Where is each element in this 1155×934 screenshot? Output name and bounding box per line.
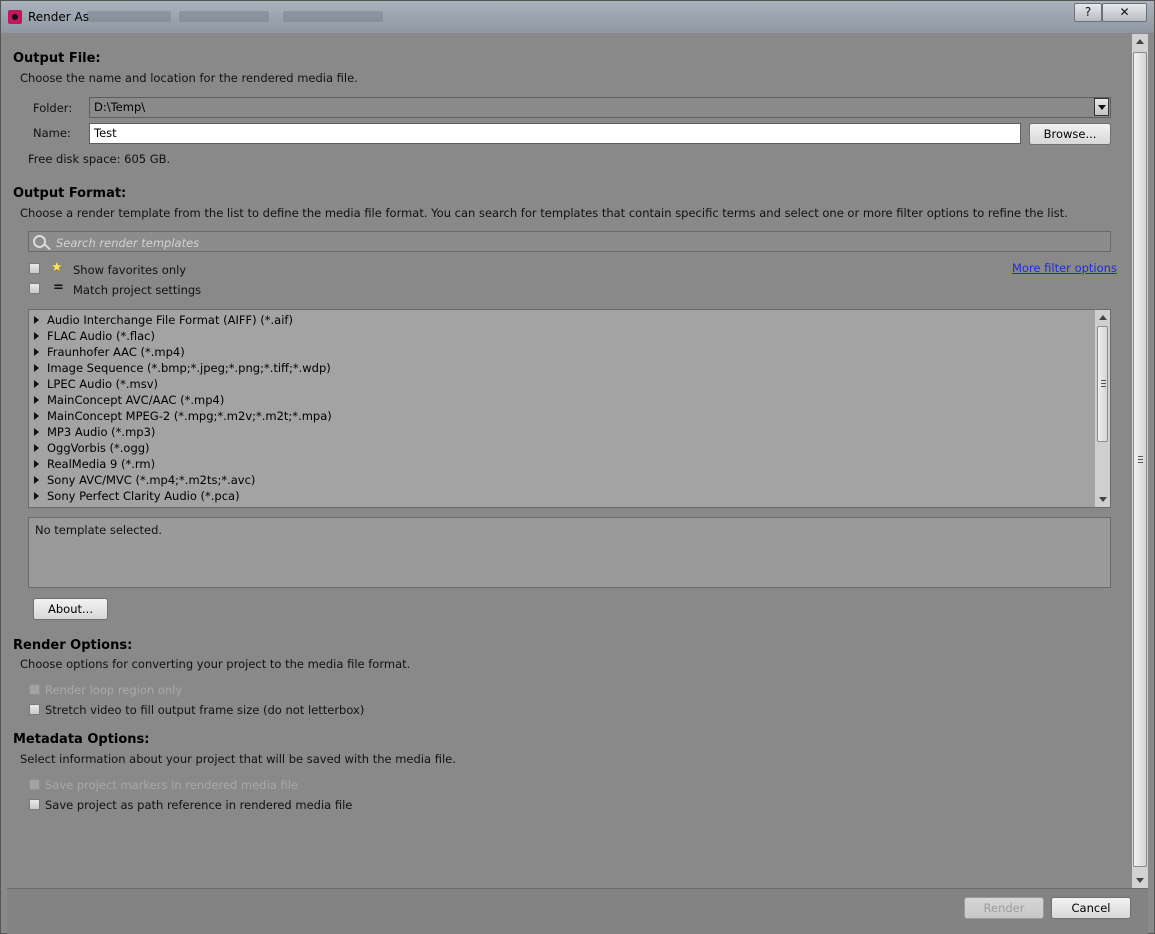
template-item[interactable]: Sony Perfect Clarity Audio (*.pca)	[34, 488, 240, 504]
folder-dropdown[interactable]: D:\Temp\	[89, 97, 1111, 118]
grip-line	[1138, 462, 1143, 463]
background-toolbar	[179, 11, 269, 22]
expand-arrow-icon	[34, 316, 39, 324]
name-label: Name:	[33, 126, 71, 140]
metadata-options-description: Select information about your project th…	[20, 752, 456, 766]
dialog-content: Output File: Choose the name and locatio…	[7, 34, 1131, 888]
template-item[interactable]: MainConcept AVC/AAC (*.mp4)	[34, 392, 224, 408]
search-input[interactable]	[54, 233, 1098, 252]
search-icon	[33, 235, 46, 248]
help-button[interactable]: ?	[1074, 3, 1102, 22]
stretch-video-checkbox[interactable]	[29, 704, 40, 715]
show-favorites-label: Show favorites only	[73, 263, 187, 277]
template-item[interactable]: Audio Interchange File Format (AIFF) (*.…	[34, 312, 293, 328]
template-item[interactable]: LPEC Audio (*.msv)	[34, 376, 158, 392]
grip-line	[1101, 380, 1106, 381]
expand-arrow-icon	[34, 364, 39, 372]
cancel-button[interactable]: Cancel	[1051, 897, 1131, 919]
app-icon	[8, 10, 22, 24]
background-toolbar	[283, 11, 383, 22]
loop-region-label: Render loop region only	[45, 683, 183, 697]
folder-value: D:\Temp\	[94, 100, 146, 114]
render-as-dialog: Render As ? ✕ Output File: Choose the na…	[0, 0, 1155, 934]
template-info-text: No template selected.	[35, 523, 163, 537]
footer-bar: Render Cancel	[7, 888, 1148, 934]
render-button[interactable]: Render	[964, 897, 1044, 919]
more-filter-options-link[interactable]: More filter options	[1012, 261, 1117, 275]
template-item[interactable]: MP3 Audio (*.mp3)	[34, 424, 155, 440]
save-markers-label: Save project markers in rendered media f…	[45, 778, 298, 792]
expand-arrow-icon	[34, 460, 39, 468]
grip-line	[1101, 386, 1106, 387]
template-list[interactable]: Audio Interchange File Format (AIFF) (*.…	[28, 309, 1111, 508]
template-item[interactable]: FLAC Audio (*.flac)	[34, 328, 155, 344]
save-path-label: Save project as path reference in render…	[45, 798, 353, 812]
loop-region-checkbox[interactable]	[29, 684, 40, 695]
render-options-description: Choose options for converting your proje…	[20, 657, 411, 671]
output-file-description: Choose the name and location for the ren…	[20, 71, 358, 85]
template-list-scrollbar[interactable]	[1095, 310, 1110, 507]
grip-line	[1138, 459, 1143, 460]
expand-arrow-icon	[34, 428, 39, 436]
stretch-video-label: Stretch video to fill output frame size …	[45, 703, 365, 717]
show-favorites-checkbox[interactable]	[29, 263, 40, 274]
window-title: Render As	[28, 10, 89, 24]
chevron-down-icon[interactable]	[1094, 98, 1109, 116]
expand-arrow-icon	[34, 332, 39, 340]
metadata-options-heading: Metadata Options:	[13, 732, 150, 747]
template-info-panel: No template selected.	[28, 517, 1111, 588]
expand-arrow-icon	[34, 412, 39, 420]
expand-arrow-icon	[34, 396, 39, 404]
scrollbar-thumb[interactable]	[1097, 326, 1108, 442]
match-project-label: Match project settings	[73, 283, 202, 297]
save-markers-checkbox[interactable]	[29, 779, 40, 790]
about-button[interactable]: About...	[33, 598, 108, 620]
background-toolbar	[87, 11, 171, 22]
title-bar[interactable]: Render As ? ✕	[1, 1, 1154, 33]
output-file-heading: Output File:	[13, 51, 101, 66]
scroll-up-icon[interactable]	[1136, 39, 1144, 44]
template-item[interactable]: RealMedia 9 (*.rm)	[34, 456, 155, 472]
expand-arrow-icon	[34, 476, 39, 484]
expand-arrow-icon	[34, 380, 39, 388]
scroll-up-icon[interactable]	[1099, 315, 1107, 320]
match-project-checkbox[interactable]	[29, 283, 40, 294]
template-item[interactable]: Image Sequence (*.bmp;*.jpeg;*.png;*.tif…	[34, 360, 331, 376]
star-icon: ★	[51, 260, 63, 275]
disk-space-text: Free disk space: 605 GB.	[28, 152, 171, 166]
template-item[interactable]: Sony AVC/MVC (*.mp4;*.m2ts;*.avc)	[34, 472, 255, 488]
output-format-heading: Output Format:	[13, 186, 127, 201]
expand-arrow-icon	[34, 348, 39, 356]
template-item[interactable]: OggVorbis (*.ogg)	[34, 440, 150, 456]
dialog-scrollbar[interactable]	[1132, 34, 1148, 888]
name-field[interactable]: Test	[89, 123, 1021, 144]
render-options-heading: Render Options:	[13, 638, 133, 653]
folder-label: Folder:	[33, 101, 73, 115]
scroll-down-icon[interactable]	[1099, 497, 1107, 502]
browse-button[interactable]: Browse...	[1029, 123, 1111, 145]
expand-arrow-icon	[34, 492, 39, 500]
search-box[interactable]	[28, 231, 1111, 252]
equals-icon: =	[53, 280, 64, 295]
name-value: Test	[94, 126, 117, 140]
scroll-down-icon[interactable]	[1136, 878, 1144, 883]
template-item[interactable]: Fraunhofer AAC (*.mp4)	[34, 344, 185, 360]
scrollbar-thumb[interactable]	[1133, 52, 1147, 867]
grip-line	[1138, 456, 1143, 457]
output-format-description: Choose a render template from the list t…	[20, 206, 1068, 220]
expand-arrow-icon	[34, 444, 39, 452]
template-item[interactable]: MainConcept MPEG-2 (*.mpg;*.m2v;*.m2t;*.…	[34, 408, 332, 424]
close-button[interactable]: ✕	[1102, 3, 1147, 22]
grip-line	[1101, 383, 1106, 384]
save-path-checkbox[interactable]	[29, 799, 40, 810]
